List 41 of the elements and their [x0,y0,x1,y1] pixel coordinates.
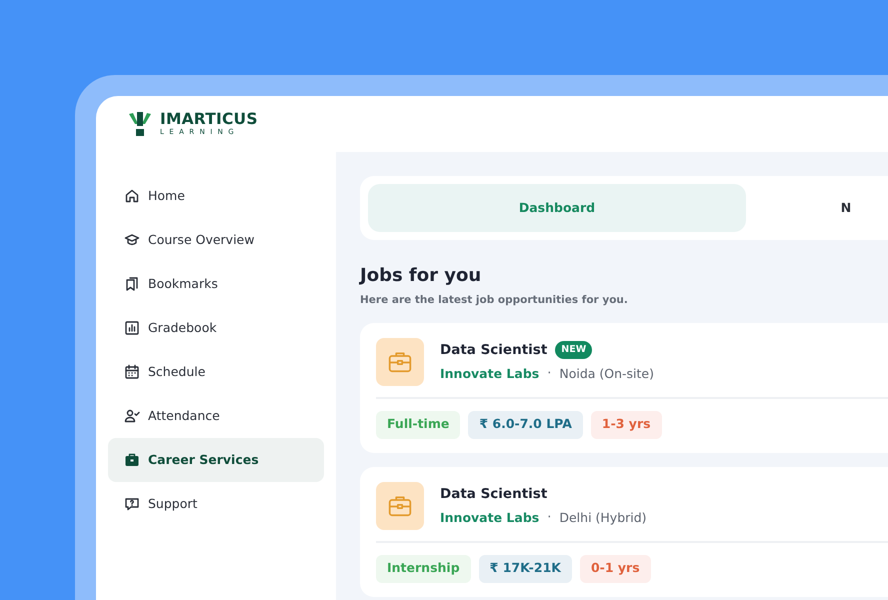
logo-icon [129,112,151,136]
sidebar-item[interactable]: Gradebook [108,306,324,350]
separator-dot: · [547,365,552,384]
calendar-icon [124,364,140,380]
section-title: Jobs for you [360,264,482,288]
job-location: Noida (On-site) [559,364,654,382]
job-tag: ₹ 17K-21K [478,554,572,583]
tab[interactable]: Dashboard [368,184,746,232]
home-icon [124,188,140,204]
job-card[interactable]: Data Scientist NEW Innovate Labs · Noida (On-site) Full-time ₹ 6.0-7.0 LPA 1-3 yrs [360,322,888,453]
bookmarks-icon [124,276,140,292]
sidebar-item[interactable]: Home [108,174,324,218]
separator-dot: · [547,509,552,528]
sidebar-item[interactable]: Attendance [108,394,324,438]
job-tag: Internship [376,554,471,583]
job-tag: Full-time [376,410,460,439]
briefcase-icon [388,496,412,516]
job-title: Data Scientist [440,484,548,504]
logo-wordmark: IMARTICUS [160,112,258,128]
bar-chart-icon [124,320,140,336]
job-title: Data Scientist [440,340,548,360]
section-subtitle: Here are the latest job opportunities for you. [360,293,629,308]
job-card[interactable]: Data Scientist Innovate Labs · Delhi (Hybrid) Internship ₹ 17K-21K 0-1 yrs [360,466,888,597]
tab[interactable]: N [746,184,888,232]
graduation-cap-icon [124,232,140,248]
help-icon [124,496,140,512]
new-badge: NEW [555,340,592,360]
job-tag: 1-3 yrs [590,410,662,439]
sidebar-item[interactable]: Course Overview [108,218,324,262]
sidebar-item[interactable]: Support [108,482,324,526]
briefcase-icon [124,452,140,468]
job-location: Delhi (Hybrid) [559,508,647,527]
sidebar-item[interactable]: Career Services [108,438,324,482]
company-name: Innovate Labs [440,508,540,526]
job-tag: 0-1 yrs [580,554,651,583]
person-check-icon [124,408,140,424]
sidebar-item[interactable]: Bookmarks [108,262,324,306]
sidebar-item[interactable]: Schedule [108,350,324,394]
job-tag: ₹ 6.0-7.0 LPA [468,410,583,439]
company-name: Innovate Labs [440,364,540,382]
briefcase-icon [388,352,412,372]
